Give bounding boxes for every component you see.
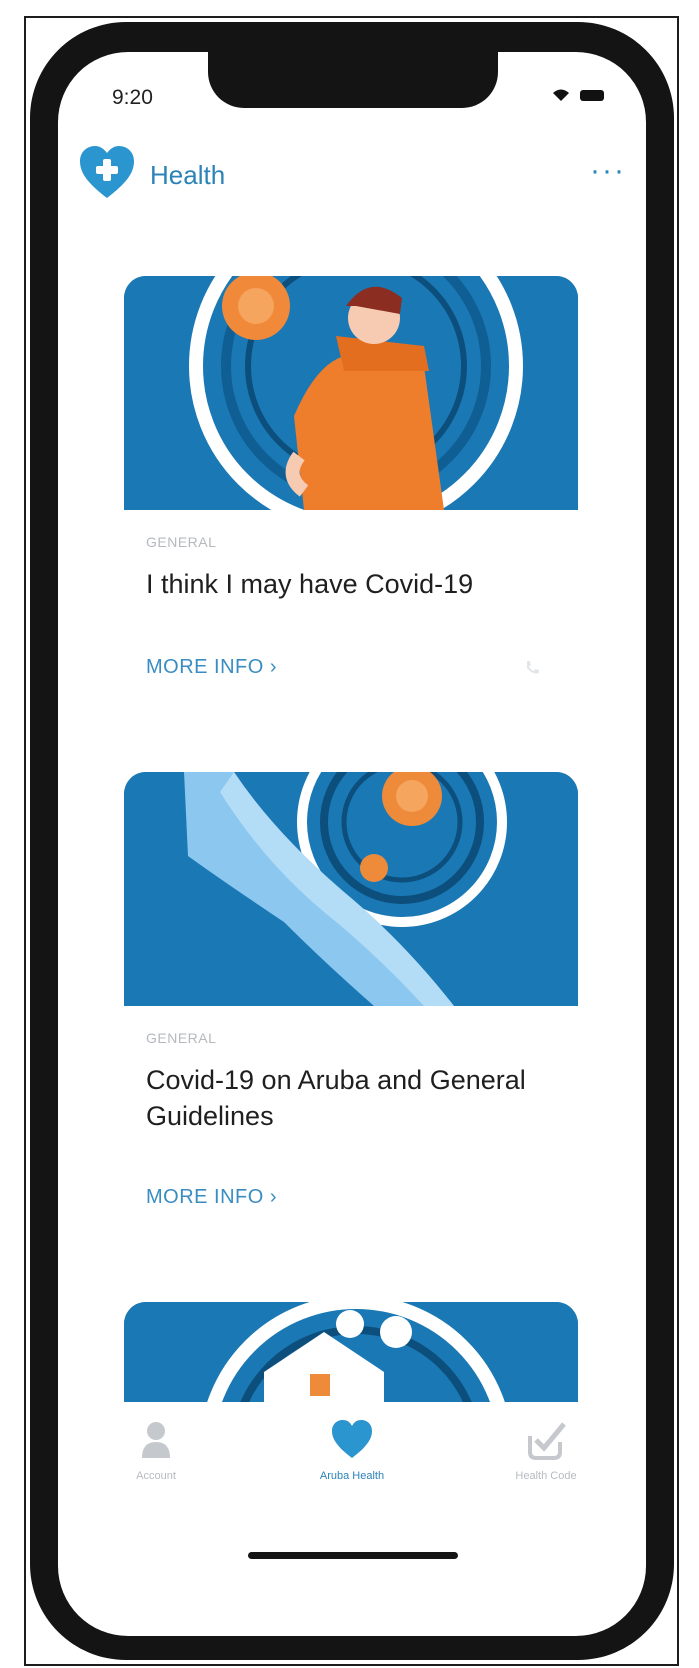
- status-icons: [552, 88, 604, 102]
- card-category: GENERAL: [146, 534, 217, 550]
- health-logo-icon: [80, 146, 134, 198]
- card-illustration-aruba-map: [124, 772, 578, 1006]
- notch: [208, 52, 498, 108]
- card-illustration-family: [124, 1302, 578, 1402]
- checkmark-icon: [528, 1422, 566, 1460]
- info-card[interactable]: GENERAL I think I may have Covid-19 MORE…: [124, 276, 578, 696]
- home-indicator[interactable]: [248, 1552, 458, 1559]
- info-card[interactable]: GENERAL Covid-19 on Aruba and General Gu…: [124, 772, 578, 1208]
- battery-icon: [580, 89, 604, 101]
- card-title: Covid-19 on Aruba and General Guidelines: [146, 1065, 526, 1131]
- aruba-map-illustration: [124, 772, 578, 1006]
- card-illustration-covid-symptoms: [124, 276, 578, 510]
- status-time: 9:20: [112, 86, 153, 109]
- phone-icon[interactable]: [524, 660, 540, 676]
- tab-label: Aruba Health: [319, 1470, 385, 1482]
- bottom-tab-bar: Account Aruba Health Health Code: [58, 1402, 646, 1512]
- heart-icon: [332, 1420, 372, 1458]
- more-info-link[interactable]: MORE INFO ›: [146, 1186, 277, 1209]
- tab-label: Health Code: [515, 1470, 577, 1482]
- app-title: Health: [150, 160, 226, 190]
- family-home-illustration: [124, 1302, 578, 1402]
- wifi-icon: [553, 89, 569, 101]
- card-title: I think I may have Covid-19: [146, 569, 474, 599]
- person-coughing-illustration: [124, 276, 578, 510]
- tab-label: Account: [136, 1470, 176, 1482]
- person-icon: [142, 1422, 170, 1458]
- more-info-link[interactable]: MORE INFO ›: [146, 656, 277, 679]
- app-header: Health ···: [78, 144, 626, 206]
- info-card[interactable]: [124, 1302, 578, 1402]
- more-options-button[interactable]: ···: [590, 154, 626, 188]
- card-category: GENERAL: [146, 1030, 217, 1046]
- tab-account[interactable]: Account: [96, 1418, 216, 1482]
- phone-screen: 9:20 Health ··· GENERAL I think I may ha…: [58, 52, 646, 1636]
- tab-aruba-health[interactable]: Aruba Health: [292, 1418, 412, 1482]
- tab-health-code[interactable]: Health Code: [486, 1418, 606, 1482]
